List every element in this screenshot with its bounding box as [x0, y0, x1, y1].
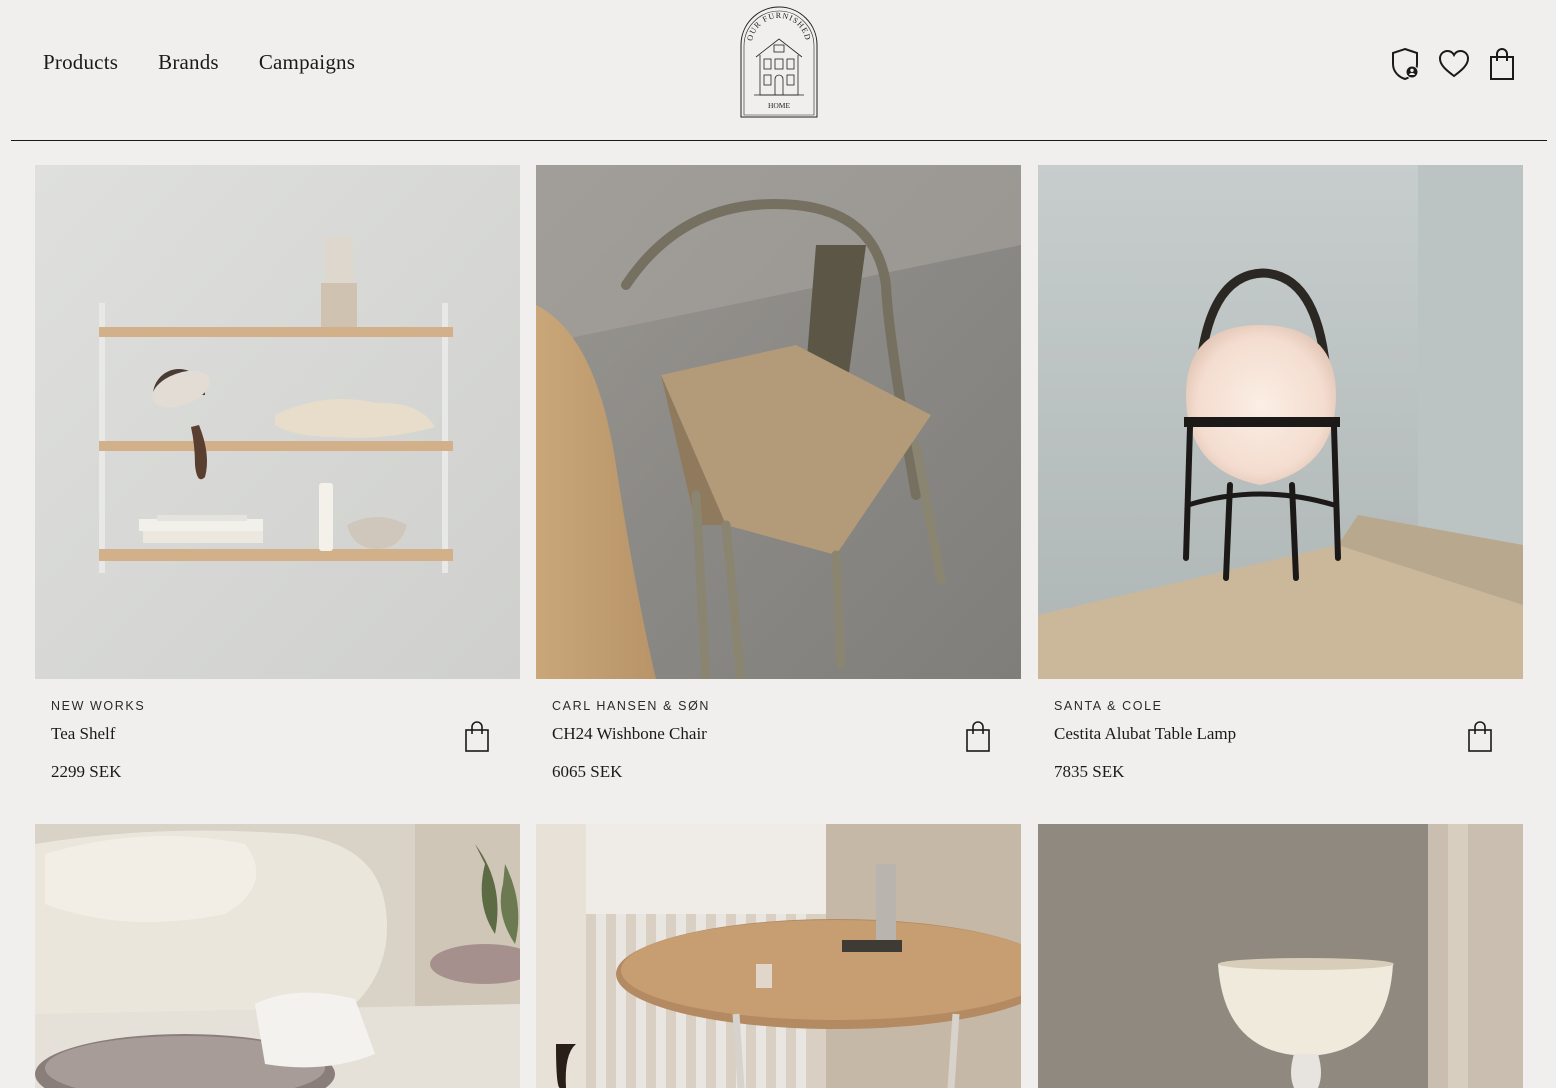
- product-card[interactable]: NEW WORKS Tea Shelf 2299 SEK: [35, 165, 520, 781]
- product-price: 7835 SEK: [1054, 762, 1125, 781]
- logo-bottom-text: HOME: [768, 101, 791, 110]
- heart-icon[interactable]: [1438, 47, 1470, 81]
- product-brand: SANTA & COLE: [1054, 699, 1163, 713]
- product-image-wishbone-chair[interactable]: [536, 165, 1021, 679]
- shopping-bag-icon: [1468, 721, 1492, 752]
- product-price: 2299 SEK: [51, 762, 122, 781]
- site-header: Products Brands Campaigns OUR FURNISHED …: [0, 0, 1556, 141]
- header-divider: [11, 140, 1547, 141]
- add-to-cart-button[interactable]: [464, 721, 490, 753]
- nav-products-link[interactable]: Products: [43, 50, 118, 75]
- product-card[interactable]: CARL HANSEN & SØN CH24 Wishbone Chair 60…: [536, 165, 1021, 781]
- product-name[interactable]: Cestita Alubat Table Lamp: [1054, 724, 1236, 744]
- product-brand: NEW WORKS: [51, 699, 146, 713]
- nav-brands-link[interactable]: Brands: [158, 50, 219, 75]
- shopping-bag-icon[interactable]: [1486, 47, 1518, 81]
- nav-campaigns-link[interactable]: Campaigns: [259, 50, 355, 75]
- product-image-tea-shelf[interactable]: [35, 165, 520, 679]
- product-card[interactable]: [1038, 824, 1523, 1088]
- site-logo[interactable]: OUR FURNISHED HOME: [738, 5, 820, 119]
- product-name[interactable]: Tea Shelf: [51, 724, 115, 744]
- product-card[interactable]: [536, 824, 1021, 1088]
- product-price: 6065 SEK: [552, 762, 623, 781]
- product-name[interactable]: CH24 Wishbone Chair: [552, 724, 707, 744]
- product-brand: CARL HANSEN & SØN: [552, 699, 711, 713]
- header-actions: [1390, 47, 1518, 81]
- product-card[interactable]: [35, 824, 520, 1088]
- product-image-dining-table[interactable]: [536, 824, 1021, 1088]
- product-image-sofa-table[interactable]: [35, 824, 520, 1088]
- product-card[interactable]: SANTA & COLE Cestita Alubat Table Lamp 7…: [1038, 165, 1523, 781]
- add-to-cart-button[interactable]: [1467, 721, 1493, 753]
- product-image-cestita-lamp[interactable]: [1038, 165, 1523, 679]
- account-shield-icon[interactable]: [1390, 47, 1422, 81]
- main-nav: Products Brands Campaigns: [43, 50, 395, 75]
- shopping-bag-icon: [966, 721, 990, 752]
- shopping-bag-icon: [465, 721, 489, 752]
- product-image-table-lamp[interactable]: [1038, 824, 1523, 1088]
- add-to-cart-button[interactable]: [965, 721, 991, 753]
